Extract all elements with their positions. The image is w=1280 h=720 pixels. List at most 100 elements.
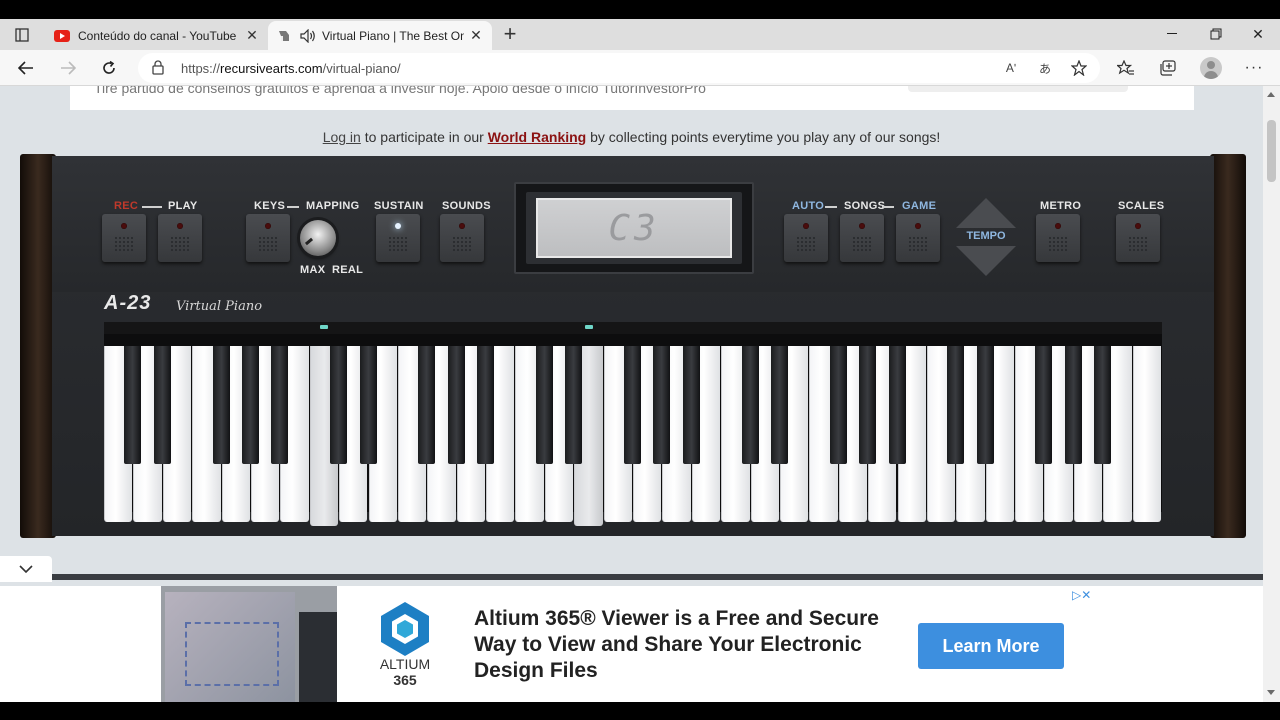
black-key[interactable]	[741, 346, 759, 464]
black-key[interactable]	[124, 346, 142, 464]
sustain-button[interactable]	[376, 214, 420, 262]
collapse-ad-button[interactable]	[0, 556, 52, 582]
black-key[interactable]	[271, 346, 289, 464]
ad-choices-icon[interactable]: ▷✕	[1072, 588, 1091, 602]
world-ranking-link[interactable]: World Ranking	[488, 129, 587, 145]
top-ad-banner[interactable]: Tire partido de conselhos gratuitos e ap…	[70, 86, 1194, 110]
tab-virtual-piano[interactable]: Virtual Piano | The Best Onli ✕	[268, 21, 492, 50]
ad-headline[interactable]: Altium 365® Viewer is a Free and Secure …	[474, 606, 894, 684]
black-key[interactable]	[153, 346, 171, 464]
brand-logo: A-23	[104, 292, 152, 314]
black-key[interactable]	[1064, 346, 1082, 464]
note-display: C3	[536, 198, 732, 258]
black-key[interactable]	[212, 346, 230, 464]
real-label: REAL	[332, 264, 364, 276]
refresh-icon[interactable]	[95, 54, 123, 82]
speaker-icon[interactable]	[300, 28, 316, 44]
black-key[interactable]	[976, 346, 994, 464]
virtual-piano: REC PLAY KEYS MAPPING MAX REAL SUSTAIN S…	[20, 154, 1246, 538]
learn-more-button[interactable]: Learn More	[918, 623, 1064, 669]
minimize-icon[interactable]	[1152, 22, 1192, 46]
favorites-icon[interactable]	[1114, 56, 1138, 80]
tempo-up-button[interactable]	[956, 198, 1016, 228]
more-options-icon[interactable]: ···	[1242, 56, 1266, 80]
black-key[interactable]	[535, 346, 553, 464]
translate-icon[interactable]: あ	[1034, 58, 1056, 78]
black-key[interactable]	[359, 346, 377, 464]
game-button[interactable]	[896, 214, 940, 262]
black-key[interactable]	[241, 346, 259, 464]
sounds-button[interactable]	[440, 214, 484, 262]
black-key[interactable]	[682, 346, 700, 464]
bottom-ad[interactable]: ALTIUM 365 Altium 365® Viewer is a Free …	[0, 586, 1263, 702]
tab-youtube[interactable]: Conteúdo do canal - YouTube St ✕	[46, 21, 268, 50]
tempo-down-button[interactable]	[956, 246, 1016, 276]
add-favorite-icon[interactable]	[1068, 58, 1090, 78]
black-key[interactable]	[477, 346, 495, 464]
pcb-screenshot	[165, 592, 295, 702]
songs-button[interactable]	[840, 214, 884, 262]
scales-label: SCALES	[1118, 200, 1165, 212]
keys-button[interactable]	[246, 214, 290, 262]
black-key[interactable]	[330, 346, 348, 464]
close-tab-icon[interactable]: ✕	[244, 27, 260, 44]
auto-label: AUTO	[792, 200, 825, 212]
close-tab-icon[interactable]: ✕	[468, 27, 484, 44]
collections-icon[interactable]	[1156, 56, 1180, 80]
black-key[interactable]	[447, 346, 465, 464]
ad-brand-name: ALTIUM	[379, 656, 431, 672]
new-tab-button[interactable]: +	[498, 21, 522, 46]
login-link[interactable]: Log in	[323, 129, 361, 145]
black-key[interactable]	[653, 346, 671, 464]
profile-avatar[interactable]	[1200, 57, 1222, 79]
black-key[interactable]	[418, 346, 436, 464]
close-window-icon[interactable]: ✕	[1238, 22, 1278, 46]
login-text-2: by collecting points everytime you play …	[586, 129, 941, 145]
tab-title: Virtual Piano | The Best Onli	[322, 28, 464, 43]
songs-label: SONGS	[844, 200, 886, 212]
rec-button[interactable]	[102, 214, 146, 262]
altium-logo-icon[interactable]	[376, 600, 434, 658]
key-indicator	[320, 325, 329, 329]
control-panel: REC PLAY KEYS MAPPING MAX REAL SUSTAIN S…	[52, 156, 1214, 292]
scales-button[interactable]	[1116, 214, 1160, 262]
address-toolbar: https://recursivearts.com/virtual-piano/…	[0, 50, 1280, 86]
metro-label: METRO	[1040, 200, 1082, 212]
piano-body: REC PLAY KEYS MAPPING MAX REAL SUSTAIN S…	[52, 156, 1214, 536]
black-key[interactable]	[624, 346, 641, 464]
ad-image[interactable]	[161, 586, 337, 702]
address-bar[interactable]: https://recursivearts.com/virtual-piano/…	[138, 53, 1100, 83]
scroll-down-icon[interactable]	[1267, 690, 1275, 695]
top-ad-text[interactable]: Tire partido de conselhos gratuitos e ap…	[94, 86, 706, 96]
mapping-knob[interactable]	[300, 220, 336, 256]
black-key[interactable]	[859, 346, 877, 464]
url-text[interactable]: https://recursivearts.com/virtual-piano/	[181, 61, 401, 76]
tab-actions-icon[interactable]	[6, 23, 38, 47]
black-key[interactable]	[829, 346, 847, 464]
ad-brand-version: 365	[393, 672, 417, 688]
top-letterbox	[0, 0, 1280, 19]
piano-icon	[276, 28, 292, 44]
black-key[interactable]	[1035, 346, 1053, 464]
black-key[interactable]	[947, 346, 965, 464]
back-icon[interactable]	[12, 54, 40, 82]
right-wood-cheek	[1210, 154, 1246, 538]
black-key[interactable]	[1094, 346, 1112, 464]
left-wood-cheek	[20, 154, 56, 538]
white-key[interactable]	[1132, 346, 1161, 522]
forward-icon[interactable]	[54, 54, 82, 82]
read-aloud-icon[interactable]: Aʹ	[1000, 58, 1022, 78]
black-key[interactable]	[770, 346, 788, 464]
scroll-up-icon[interactable]	[1267, 92, 1275, 97]
scroll-thumb[interactable]	[1267, 120, 1276, 182]
black-key[interactable]	[565, 346, 583, 464]
play-button[interactable]	[158, 214, 202, 262]
keys-label: KEYS	[254, 200, 286, 212]
metro-button[interactable]	[1036, 214, 1080, 262]
restore-icon[interactable]	[1196, 22, 1236, 46]
auto-button[interactable]	[784, 214, 828, 262]
lock-icon[interactable]	[152, 60, 164, 80]
page-scrollbar[interactable]	[1263, 86, 1280, 702]
black-key[interactable]	[888, 346, 906, 464]
top-ad-button[interactable]	[908, 86, 1128, 92]
